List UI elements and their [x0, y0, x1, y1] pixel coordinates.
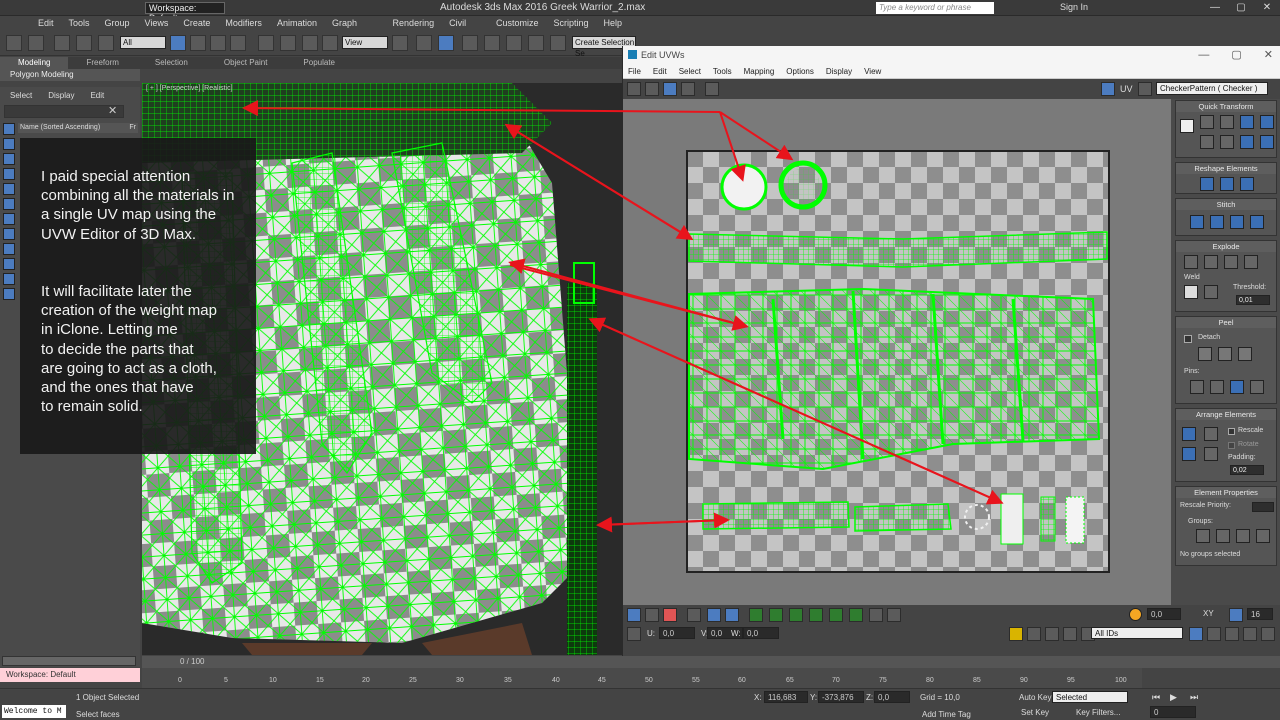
tick-40: 40 [552, 677, 560, 684]
tick-75: 75 [879, 677, 887, 684]
go-to-end-icon[interactable]: ⏭ [1190, 692, 1198, 703]
go-to-start-icon[interactable]: ⏮ [1152, 692, 1160, 703]
tick-100: 100 [1115, 677, 1127, 684]
tick-15: 15 [316, 677, 324, 684]
grid-size: Grid = 10,0 [920, 693, 960, 702]
tick-55: 55 [692, 677, 700, 684]
y-label: Y: [810, 693, 818, 702]
tick-95: 95 [1067, 677, 1075, 684]
tick-25: 25 [409, 677, 417, 684]
tick-85: 85 [973, 677, 981, 684]
tick-20: 20 [362, 677, 370, 684]
tick-90: 90 [1020, 677, 1028, 684]
tick-35: 35 [504, 677, 512, 684]
tick-30: 30 [456, 677, 464, 684]
tick-45: 45 [598, 677, 606, 684]
current-frame-field[interactable]: 0 [1150, 706, 1196, 718]
z-coordinate-field[interactable]: 0,0 [874, 691, 910, 703]
x-coordinate-field[interactable]: 116,683 [764, 691, 808, 703]
tick-5: 5 [224, 677, 228, 684]
key-filters-button[interactable]: Key Filters... [1076, 708, 1120, 717]
play-icon[interactable]: ▶ [1170, 692, 1177, 703]
tick-50: 50 [645, 677, 653, 684]
key-mode-dropdown[interactable]: Selected [1052, 691, 1128, 703]
frame-counter: 0 / 100 [180, 657, 205, 666]
prompt-line: Select faces [76, 710, 120, 719]
z-label: Z: [866, 693, 874, 702]
auto-key-button[interactable]: Auto Key [1019, 693, 1051, 702]
time-slider[interactable]: 0 / 100 [142, 656, 1280, 668]
tick-70: 70 [832, 677, 840, 684]
tick-60: 60 [738, 677, 746, 684]
add-time-tag[interactable]: Add Time Tag [922, 710, 971, 719]
selection-status: 1 Object Selected [76, 693, 140, 702]
tick-65: 65 [786, 677, 794, 684]
tick-0: 0 [178, 677, 182, 684]
tick-10: 10 [269, 677, 277, 684]
x-label: X: [754, 693, 762, 702]
annotation-arrows [242, 100, 1004, 533]
set-key-button[interactable]: Set Key [1021, 708, 1049, 717]
status-bar: Welcome to M 1 Object Selected Select fa… [0, 688, 1280, 720]
maxscript-listener[interactable]: Welcome to M [2, 705, 66, 718]
track-bar[interactable]: 0 5 10 15 20 25 30 35 40 45 50 55 60 65 … [142, 668, 1142, 688]
y-coordinate-field[interactable]: -373,876 [818, 691, 864, 703]
tick-80: 80 [926, 677, 934, 684]
